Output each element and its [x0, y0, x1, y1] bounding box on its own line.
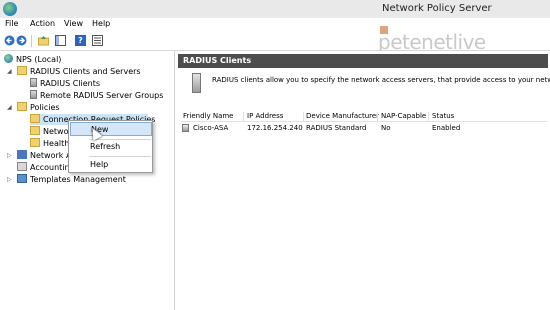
collapse-arrow-icon[interactable]: ◢ — [7, 102, 12, 113]
column-header-device-manufacturer[interactable]: Device Manufacturer — [306, 111, 379, 122]
tree-label: Health — [43, 139, 70, 148]
results-pane: RADIUS Clients RADIUS clients allow you … — [176, 51, 550, 310]
tree-node-network-policies[interactable]: Netwo — [30, 126, 68, 137]
column-header-friendly-name[interactable]: Friendly Name — [183, 111, 234, 122]
column-header-nap-capable[interactable]: NAP-Capable — [381, 111, 426, 122]
tree-node-accounting[interactable]: Accountin — [17, 162, 70, 173]
show-hide-console-tree-icon[interactable] — [55, 35, 66, 46]
up-folder-icon[interactable] — [38, 35, 49, 46]
radius-server-icon — [192, 73, 201, 93]
tree-node-nps-local[interactable]: NPS (Local) — [4, 54, 61, 65]
column-header-ip-address[interactable]: IP Address — [247, 111, 283, 122]
tree-node-health-policies[interactable]: Health — [30, 138, 69, 149]
folder-icon — [30, 138, 40, 147]
tree-label: Network A — [30, 151, 72, 160]
table-header: Friendly Name IP Address Device Manufact… — [181, 111, 547, 122]
toolbar-separator — [31, 35, 32, 47]
folder-icon — [17, 102, 27, 111]
tree-label: Netwo — [43, 127, 69, 136]
tree-label: Accountin — [30, 163, 70, 172]
context-menu: New Refresh Help — [68, 120, 153, 173]
tree-node-radius-clients[interactable]: RADIUS Clients — [30, 78, 100, 89]
properties-icon[interactable] — [92, 35, 103, 46]
window-title: Network Policy Server — [382, 3, 492, 14]
column-divider[interactable] — [243, 112, 244, 121]
tree-label: RADIUS Clients — [40, 79, 101, 88]
title-bar: Network Policy Server — [0, 0, 550, 18]
table-row[interactable]: Cisco-ASA 172.16.254.240 RADIUS Standard… — [181, 123, 547, 134]
console-tree: NPS (Local) ◢ RADIUS Clients and Servers… — [0, 51, 175, 310]
tree-node-policies[interactable]: Policies — [17, 102, 60, 113]
forward-arrow-icon[interactable] — [16, 35, 27, 46]
cell-friendly-name: Cisco-ASA — [193, 124, 229, 132]
context-menu-new[interactable]: New — [70, 122, 152, 136]
column-divider[interactable] — [377, 112, 378, 121]
expand-arrow-icon[interactable]: ▷ — [7, 150, 12, 161]
column-header-status[interactable]: Status — [432, 111, 454, 122]
tree-node-remote-radius-server-groups[interactable]: Remote RADIUS Server Groups — [30, 90, 163, 101]
radius-client-icon — [182, 124, 189, 132]
templates-icon — [17, 174, 27, 183]
tree-label: Remote RADIUS Server Groups — [40, 91, 164, 100]
collapse-arrow-icon[interactable]: ◢ — [7, 66, 12, 77]
menu-help[interactable]: Help — [92, 19, 110, 28]
folder-icon — [30, 126, 40, 135]
tree-label: NPS (Local) — [16, 55, 62, 64]
nps-globe-icon — [4, 54, 13, 63]
accounting-icon — [17, 162, 27, 171]
cell-nap-capable: No — [381, 124, 391, 132]
cell-ip-address: 172.16.254.240 — [247, 124, 303, 132]
server-group-icon — [30, 90, 37, 99]
pane-description: RADIUS clients allow you to specify the … — [212, 76, 550, 84]
menu-action[interactable]: Action — [30, 19, 55, 28]
context-menu-refresh[interactable]: Refresh — [70, 140, 152, 154]
tree-label: RADIUS Clients and Servers — [30, 67, 141, 76]
tree-label: Templates Management — [30, 175, 126, 184]
tree-node-templates-management[interactable]: Templates Management — [17, 174, 126, 185]
server-icon — [30, 78, 37, 87]
tree-node-radius-clients-and-servers[interactable]: RADIUS Clients and Servers — [17, 66, 141, 77]
cell-status: Enabled — [432, 124, 461, 132]
expand-arrow-icon[interactable]: ▷ — [7, 174, 12, 185]
column-divider[interactable] — [428, 112, 429, 121]
pane-header: RADIUS Clients — [178, 54, 548, 68]
help-icon[interactable]: ? — [75, 35, 86, 46]
network-access-icon — [17, 150, 27, 159]
context-menu-help[interactable]: Help — [70, 158, 152, 172]
cell-device-manufacturer: RADIUS Standard — [306, 124, 367, 132]
folder-icon — [30, 114, 40, 123]
tree-label: Policies — [30, 103, 60, 112]
menu-separator — [89, 156, 151, 157]
folder-icon — [17, 66, 27, 75]
back-arrow-icon[interactable] — [4, 35, 15, 46]
nps-app-icon — [3, 2, 17, 16]
column-divider[interactable] — [303, 112, 304, 121]
tree-node-network-access-protection[interactable]: Network A — [17, 150, 71, 161]
menu-view[interactable]: View — [64, 19, 83, 28]
menu-file[interactable]: File — [5, 19, 18, 28]
